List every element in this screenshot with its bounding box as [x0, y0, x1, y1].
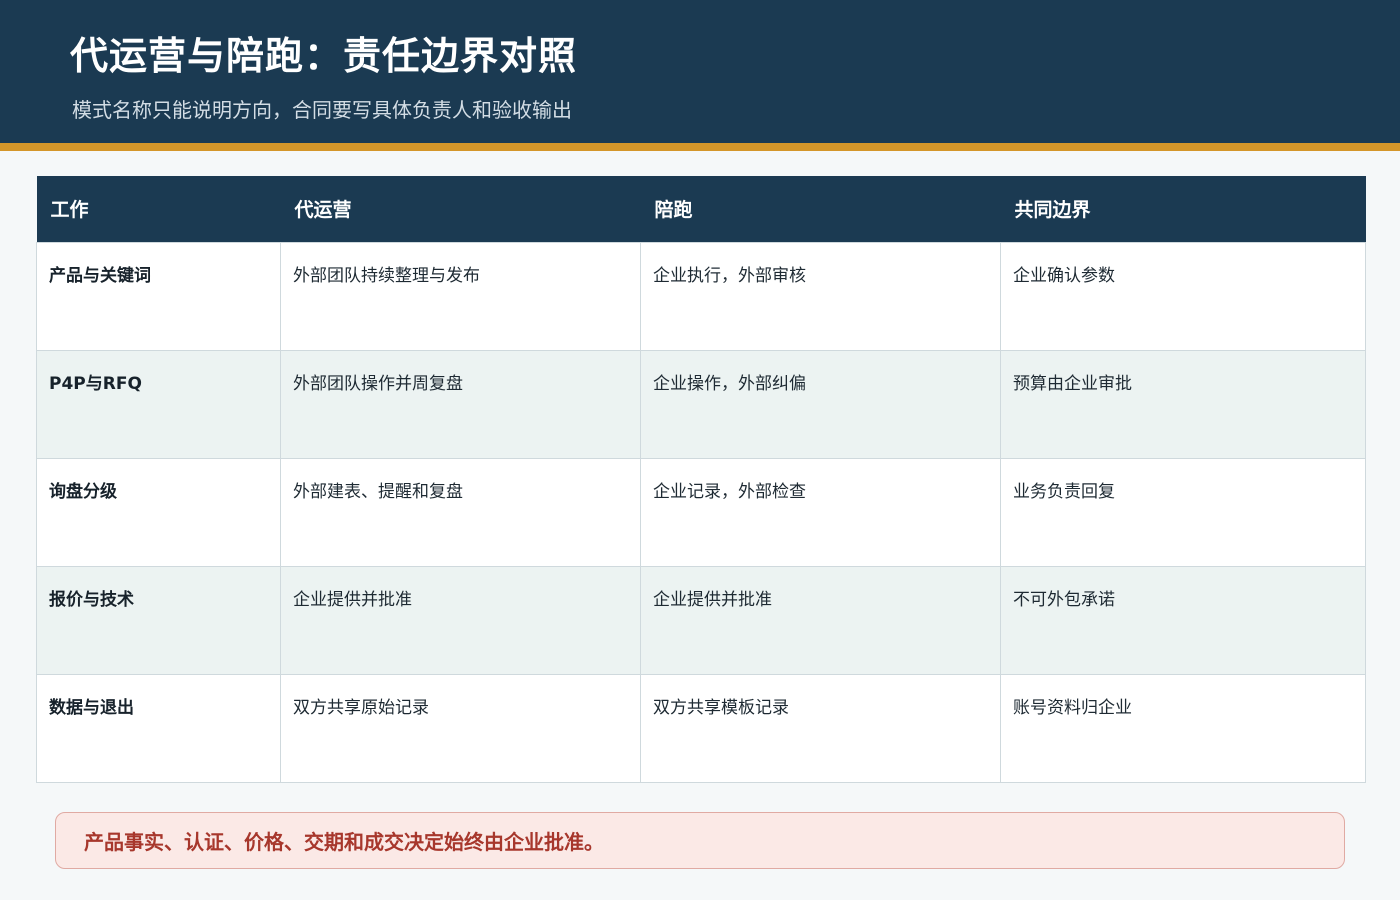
approval-notice: 产品事实、认证、价格、交期和成交决定始终由企业批准。 — [55, 812, 1345, 869]
column-header-managed-operation: 代运营 — [280, 176, 641, 242]
table-row: 报价与技术 企业提供并批准 企业提供并批准 不可外包承诺 — [36, 565, 1366, 675]
accent-divider — [0, 143, 1400, 151]
table-cell: 业务负责回复 — [1000, 457, 1366, 567]
row-label: 询盘分级 — [36, 457, 281, 567]
table-cell: 双方共享原始记录 — [280, 673, 641, 783]
table-cell: 不可外包承诺 — [1000, 565, 1366, 675]
row-label: 产品与关键词 — [36, 241, 281, 351]
table-cell: 双方共享模板记录 — [640, 673, 1001, 783]
notice-text: 产品事实、认证、价格、交期和成交决定始终由企业批准。 — [84, 830, 604, 854]
table-cell: 账号资料归企业 — [1000, 673, 1366, 783]
page-subtitle: 模式名称只能说明方向，合同要写具体负责人和验收输出 — [72, 98, 572, 122]
row-label: 数据与退出 — [36, 673, 281, 783]
table-cell: 企业记录，外部检查 — [640, 457, 1001, 567]
responsibility-table: 工作 代运营 陪跑 共同边界 产品与关键词 外部团队持续整理与发布 企业执行，外… — [36, 176, 1366, 783]
table-cell: 预算由企业审批 — [1000, 349, 1366, 459]
table-row: 产品与关键词 外部团队持续整理与发布 企业执行，外部审核 企业确认参数 — [36, 241, 1366, 351]
table-header-row: 工作 代运营 陪跑 共同边界 — [36, 176, 1366, 242]
table-cell: 企业提供并批准 — [640, 565, 1001, 675]
table-row: 数据与退出 双方共享原始记录 双方共享模板记录 账号资料归企业 — [36, 673, 1366, 783]
table-cell: 外部团队操作并周复盘 — [280, 349, 641, 459]
row-label: 报价与技术 — [36, 565, 281, 675]
table-cell: 企业确认参数 — [1000, 241, 1366, 351]
table-row: 询盘分级 外部建表、提醒和复盘 企业记录，外部检查 业务负责回复 — [36, 457, 1366, 567]
table-cell: 外部建表、提醒和复盘 — [280, 457, 641, 567]
column-header-work: 工作 — [36, 176, 281, 242]
table-cell: 企业提供并批准 — [280, 565, 641, 675]
column-header-shared-boundary: 共同边界 — [1000, 176, 1366, 242]
table-row: P4P与RFQ 外部团队操作并周复盘 企业操作，外部纠偏 预算由企业审批 — [36, 349, 1366, 459]
page-title: 代运营与陪跑：责任边界对照 — [70, 34, 578, 78]
table-cell: 企业操作，外部纠偏 — [640, 349, 1001, 459]
table-cell: 企业执行，外部审核 — [640, 241, 1001, 351]
table-cell: 外部团队持续整理与发布 — [280, 241, 641, 351]
row-label: P4P与RFQ — [36, 349, 281, 459]
column-header-coaching: 陪跑 — [640, 176, 1001, 242]
page-header: 代运营与陪跑：责任边界对照 模式名称只能说明方向，合同要写具体负责人和验收输出 — [0, 0, 1400, 143]
